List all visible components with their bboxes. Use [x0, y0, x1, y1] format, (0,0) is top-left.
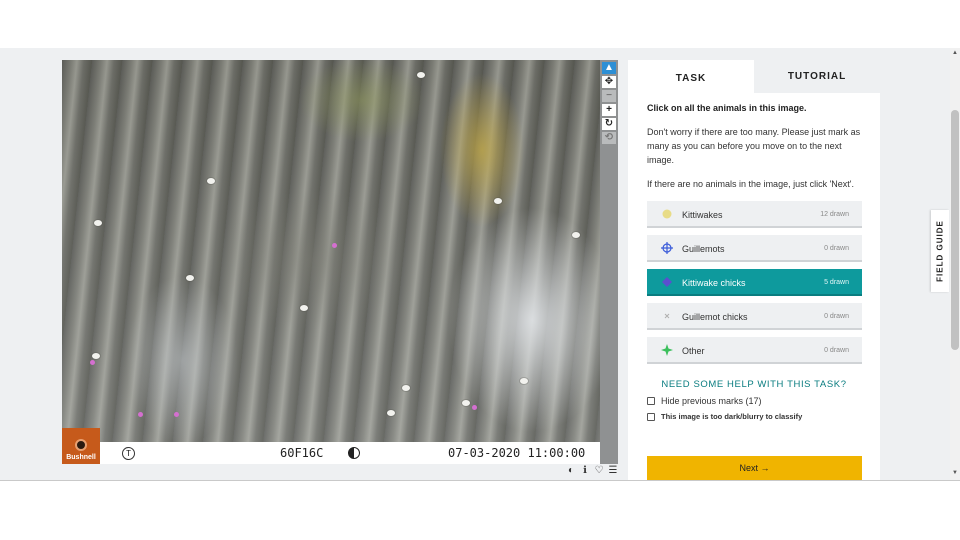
choice-count: 0 drawn: [824, 347, 849, 354]
flower: [174, 412, 179, 417]
brand-name: Bushnell: [66, 454, 96, 461]
bird: [300, 305, 308, 311]
diamond-icon: [662, 277, 672, 287]
crosshair-icon: [661, 242, 673, 254]
choice-count: 12 drawn: [820, 211, 849, 218]
choice-kittiwake-chicks[interactable]: Kittiwake chicks 5 drawn: [647, 269, 862, 296]
next-button[interactable]: Next →: [647, 456, 862, 480]
bird: [186, 275, 194, 281]
choice-kittiwakes[interactable]: Kittiwakes 12 drawn: [647, 201, 862, 228]
field-guide-label: FIELD GUIDE: [935, 220, 945, 282]
collect-icon[interactable]: ☰: [608, 466, 618, 476]
flower: [472, 405, 477, 410]
brand-logo: Bushnell: [62, 428, 100, 464]
info-icon[interactable]: ℹ: [580, 466, 590, 476]
choice-guillemot-chicks[interactable]: Guillemot chicks 0 drawn: [647, 303, 862, 330]
choice-label: Kittiwakes: [682, 210, 723, 220]
panel-tabs: TASK TUTORIAL: [628, 60, 880, 93]
choice-other[interactable]: Other 0 drawn: [647, 337, 862, 364]
too-dark-checkbox[interactable]: This image is too dark/blurry to classif…: [647, 412, 861, 421]
bird: [572, 232, 580, 238]
tab-task[interactable]: TASK: [628, 60, 754, 93]
task-panel: TASK TUTORIAL Click on all the animals i…: [628, 60, 880, 480]
image-actions: ◐ ℹ ♡ ☰: [566, 466, 618, 476]
choice-guillemots[interactable]: Guillemots 0 drawn: [647, 235, 862, 262]
bird: [494, 198, 502, 204]
choice-label: Guillemots: [682, 244, 725, 254]
subject-image[interactable]: T 60F16C 07-03-2020 11:00:00 Bushnell: [62, 60, 600, 464]
classify-page: T 60F16C 07-03-2020 11:00:00 Bushnell ▲ …: [0, 48, 960, 480]
flower: [332, 243, 337, 248]
bird: [417, 72, 425, 78]
pointer-tool-icon[interactable]: ▲: [602, 62, 616, 74]
help-link[interactable]: NEED SOME HELP WITH THIS TASK?: [647, 379, 861, 390]
checkbox-box[interactable]: [647, 397, 655, 405]
invert-icon[interactable]: ◐: [566, 466, 576, 476]
page-footer-area: [0, 480, 960, 540]
timer-icon: T: [122, 446, 135, 460]
too-dark-label: This image is too dark/blurry to classif…: [661, 412, 803, 421]
image-toolbar: ▲ ✥ − + ↻ ⟲: [600, 60, 618, 464]
zoom-out-icon[interactable]: −: [602, 90, 616, 102]
hide-marks-checkbox[interactable]: Hide previous marks (17): [647, 396, 861, 406]
flower: [138, 412, 143, 417]
moon-phase-icon: [348, 447, 360, 459]
flower: [90, 360, 95, 365]
bird: [92, 353, 100, 359]
task-instructions: Don't worry if there are too many. Pleas…: [647, 127, 861, 165]
bird: [462, 400, 470, 406]
scroll-up-icon[interactable]: ▲: [951, 50, 959, 58]
move-tool-icon[interactable]: ✥: [602, 76, 616, 88]
x-icon: [664, 313, 670, 319]
task-body: Click on all the animals in this image. …: [628, 93, 880, 421]
choice-list: Kittiwakes 12 drawn Guillemots 0 drawn K…: [647, 201, 862, 364]
bird: [94, 220, 102, 226]
task-question: Click on all the animals in this image.: [647, 103, 807, 113]
tab-tutorial[interactable]: TUTORIAL: [754, 60, 880, 93]
scroll-down-icon[interactable]: ▼: [951, 470, 959, 478]
checkbox-box[interactable]: [647, 412, 655, 421]
camera-timestamp: 07-03-2020 11:00:00: [448, 446, 586, 460]
bird: [402, 385, 410, 391]
hide-marks-label: Hide previous marks (17): [661, 396, 762, 406]
choice-count: 0 drawn: [824, 313, 849, 320]
choice-label: Guillemot chicks: [682, 312, 748, 322]
lens-icon: [75, 439, 87, 451]
circle-icon: [662, 209, 672, 219]
star-icon: [661, 344, 673, 356]
scroll-thumb[interactable]: [951, 110, 959, 350]
choice-count: 0 drawn: [824, 245, 849, 252]
bird: [207, 178, 215, 184]
choice-label: Other: [682, 346, 705, 356]
zoom-in-icon[interactable]: +: [602, 104, 616, 116]
choice-label: Kittiwake chicks: [682, 278, 746, 288]
choice-count: 5 drawn: [824, 279, 849, 286]
bird: [520, 378, 528, 384]
favorite-icon[interactable]: ♡: [594, 466, 604, 476]
camera-id: 60F16C: [280, 446, 324, 460]
reset-view-icon[interactable]: ⟲: [602, 132, 616, 144]
page-scrollbar[interactable]: ▲ ▼: [950, 48, 960, 480]
image-haze: [62, 60, 600, 464]
field-guide-tab[interactable]: FIELD GUIDE: [931, 210, 949, 292]
camera-info-strip: T 60F16C 07-03-2020 11:00:00: [62, 442, 600, 464]
task-instructions-empty: If there are no animals in the image, ju…: [647, 179, 855, 189]
bird: [387, 410, 395, 416]
rotate-icon[interactable]: ↻: [602, 118, 616, 130]
